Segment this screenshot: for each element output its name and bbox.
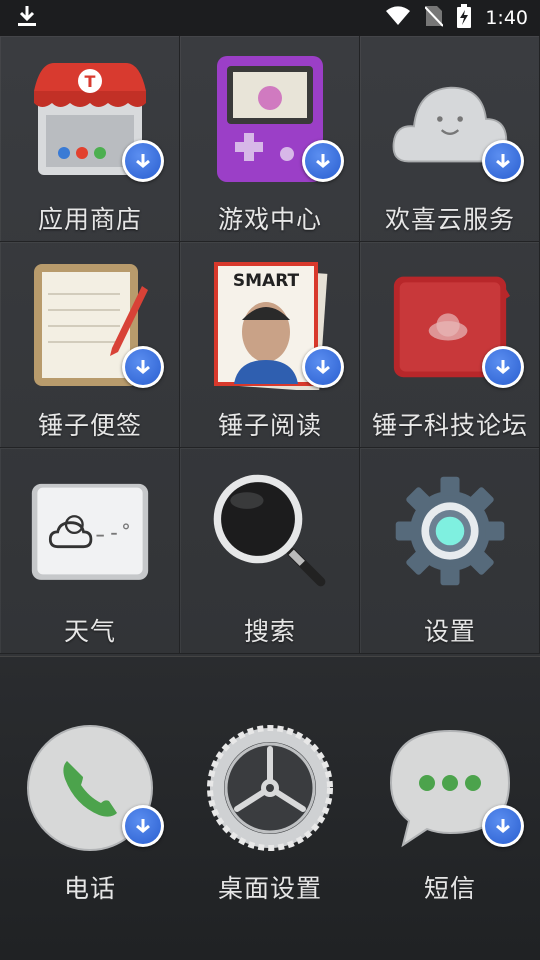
- app-label: 电话: [63, 874, 116, 903]
- app-app-store[interactable]: T 应用商店: [0, 36, 180, 242]
- app-desktop-settings[interactable]: 桌面设置: [180, 657, 360, 917]
- app-label: 设置: [423, 617, 476, 646]
- magnifier-icon: [210, 466, 330, 596]
- app-phone[interactable]: 电话: [0, 657, 180, 917]
- app-label: 短信: [423, 874, 476, 903]
- download-badge[interactable]: [482, 140, 524, 182]
- wifi-icon: [385, 6, 411, 30]
- app-messages[interactable]: 短信: [360, 657, 540, 917]
- app-label: 搜索: [243, 617, 296, 646]
- app-label: 锤子阅读: [217, 411, 322, 440]
- no-sim-icon: [424, 5, 445, 31]
- app-notes[interactable]: 锤子便签: [0, 242, 180, 448]
- app-label: 桌面设置: [217, 874, 322, 903]
- app-weather[interactable]: 天气: [0, 448, 180, 654]
- app-label: 游戏中心: [217, 205, 322, 234]
- svg-text:T: T: [85, 72, 96, 91]
- app-forum[interactable]: 锤子科技论坛: [360, 242, 540, 448]
- app-label: 欢喜云服务: [384, 205, 515, 234]
- status-time: 1:40: [485, 7, 528, 29]
- download-badge[interactable]: [122, 140, 164, 182]
- dock: 电话 桌面设置 短信: [0, 656, 540, 960]
- app-cloud-service[interactable]: 欢喜云服务: [360, 36, 540, 242]
- app-search[interactable]: 搜索: [180, 448, 360, 654]
- download-icon: [16, 4, 38, 32]
- app-grid: T 应用商店 游戏中心 欢喜云服务 锤子便签 SMART 锤子阅读 锤子科技论坛…: [0, 36, 540, 656]
- app-label: 锤子科技论坛: [371, 411, 528, 440]
- download-badge[interactable]: [122, 346, 164, 388]
- app-reader[interactable]: SMART 锤子阅读: [180, 242, 360, 448]
- magazine-cover-text: SMART: [233, 271, 300, 291]
- download-badge[interactable]: [302, 346, 344, 388]
- download-badge[interactable]: [302, 140, 344, 182]
- app-game-center[interactable]: 游戏中心: [180, 36, 360, 242]
- app-label: 锤子便签: [37, 411, 142, 440]
- settings-gear-icon: [390, 466, 510, 596]
- download-badge[interactable]: [482, 346, 524, 388]
- download-badge[interactable]: [122, 805, 164, 847]
- app-settings[interactable]: 设置: [360, 448, 540, 654]
- weather-icon: [30, 466, 150, 596]
- desktop-settings-icon: [205, 723, 335, 853]
- status-bar: 1:40: [0, 0, 540, 36]
- app-label: 应用商店: [37, 205, 142, 234]
- download-badge[interactable]: [482, 805, 524, 847]
- app-label: 天气: [63, 617, 116, 646]
- battery-charging-icon: [457, 4, 472, 32]
